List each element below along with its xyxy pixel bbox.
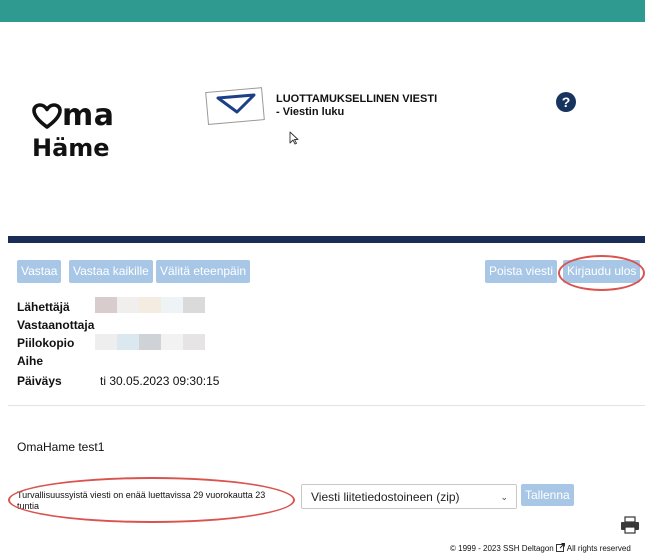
copyright-text: © 1999 - 2023 SSH Deltagon bbox=[450, 544, 554, 553]
download-format-value: Viesti liitetiedostoineen (zip) bbox=[311, 490, 460, 504]
logo-text-line1: ma bbox=[62, 98, 115, 133]
save-button[interactable]: Tallenna bbox=[521, 484, 574, 506]
forward-button[interactable]: Välitä eteenpäin bbox=[156, 260, 251, 283]
reply-all-button[interactable]: Vastaa kaikille bbox=[69, 260, 153, 283]
date-value: ti 30.05.2023 09:30:15 bbox=[100, 374, 220, 388]
date-label: Päiväys bbox=[17, 374, 62, 388]
message-body: OmaHame test1 bbox=[17, 440, 105, 454]
download-format-select[interactable]: Viesti liitetiedostoineen (zip) ⌄ bbox=[301, 484, 517, 509]
recipient-label: Vastaanottaja bbox=[17, 318, 95, 332]
help-icon[interactable]: ? bbox=[556, 92, 576, 112]
external-link-icon[interactable] bbox=[556, 543, 565, 554]
logout-highlight-circle bbox=[558, 255, 645, 291]
notice-highlight-circle bbox=[8, 477, 295, 523]
heart-logo-icon bbox=[32, 103, 62, 129]
mouse-cursor-icon bbox=[289, 131, 299, 150]
top-accent-bar bbox=[0, 0, 645, 22]
subject-label: Aihe bbox=[17, 354, 44, 368]
omahame-logo: ma Häme bbox=[32, 98, 152, 163]
sender-label: Lähettäjä bbox=[17, 300, 70, 314]
page-title-line2: - Viestin luku bbox=[276, 106, 345, 118]
reply-button[interactable]: Vastaa bbox=[17, 260, 62, 283]
footer: © 1999 - 2023 SSH Deltagon All rights re… bbox=[450, 543, 631, 554]
envelope-icon bbox=[204, 84, 268, 126]
page-title: LUOTTAMUKSELLINEN VIESTI - Viestin luku bbox=[276, 93, 437, 119]
message-divider bbox=[8, 405, 645, 406]
delete-message-button[interactable]: Poista viesti bbox=[485, 260, 558, 283]
rights-text: All rights reserved bbox=[566, 544, 631, 553]
logo-text-line2: Häme bbox=[32, 134, 110, 162]
printer-icon[interactable] bbox=[620, 516, 640, 539]
chevron-down-icon: ⌄ bbox=[500, 492, 508, 502]
header-divider-bar bbox=[8, 236, 645, 243]
bcc-label: Piilokopio bbox=[17, 336, 75, 350]
page-title-line1: LUOTTAMUKSELLINEN VIESTI bbox=[276, 93, 438, 105]
